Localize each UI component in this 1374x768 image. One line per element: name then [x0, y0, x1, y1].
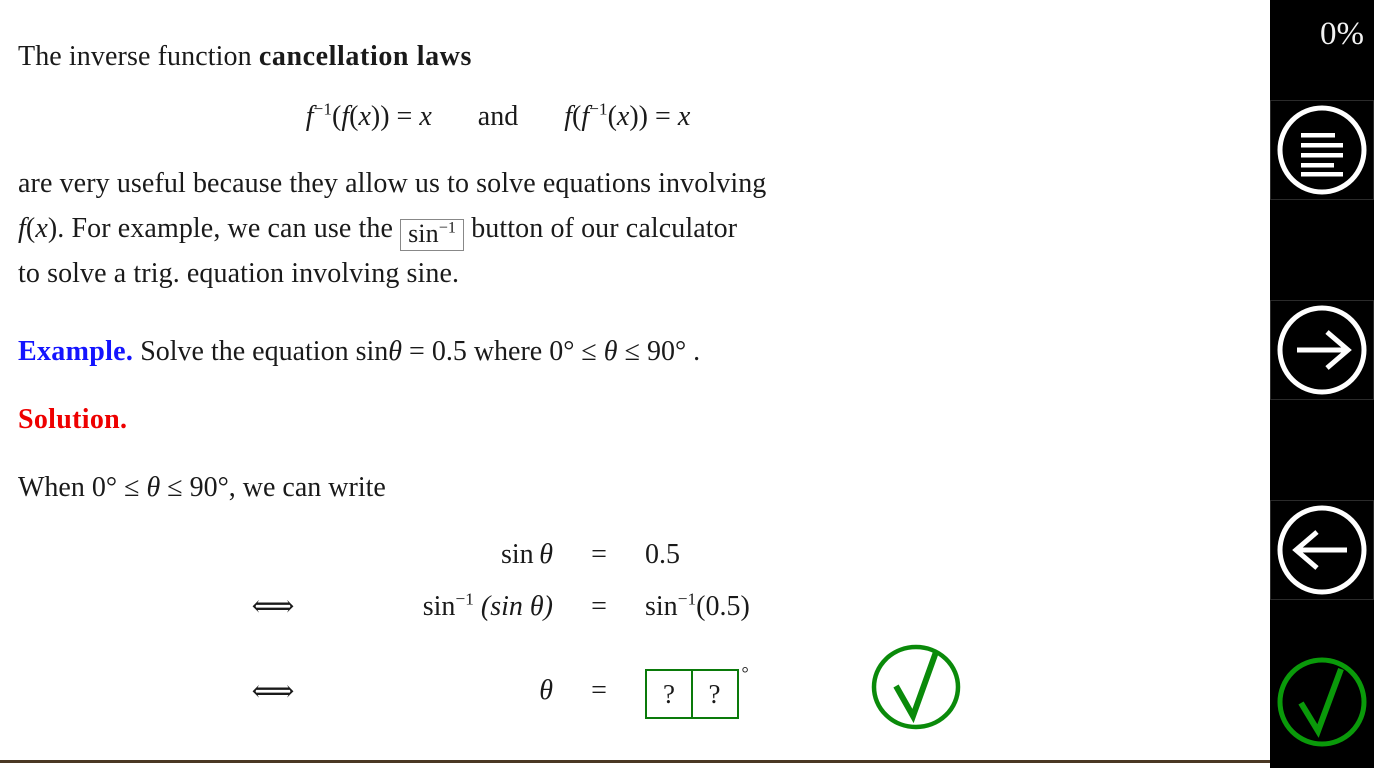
when-le-2: ≤	[167, 472, 183, 503]
derivation-rhs-3: ? ?°	[623, 633, 964, 749]
derivation-table: sin θ = 0.5 ⟺ sin−1 (sin θ) = sin−1(0.5)…	[208, 530, 964, 749]
check-circle-icon	[1277, 657, 1367, 747]
identity-second-exponent: −1	[589, 99, 608, 119]
identity-second: f(f−1(x)) = x	[564, 99, 691, 132]
solution-keyword: Solution.	[18, 404, 128, 435]
equals-1: =	[591, 539, 607, 570]
implies-symbol-1	[208, 530, 338, 580]
when-theta: θ	[146, 472, 161, 503]
when-le-1: ≤	[124, 472, 140, 503]
identity-conjunction: and	[477, 101, 519, 132]
implies-symbol-3: ⟺	[251, 674, 295, 708]
body-paragraph: are very useful because they allow us to…	[18, 161, 970, 296]
progress-percentage: 0%	[1320, 16, 1364, 52]
when-text-a: When 0°	[18, 472, 118, 503]
example-theta-2: θ	[603, 336, 618, 367]
intro-paragraph: The inverse function cancellation laws	[18, 34, 978, 79]
check-circle-icon	[871, 644, 960, 730]
derivation-row-2: ⟺ sin−1 (sin θ) = sin−1(0.5)	[208, 580, 964, 633]
when-condition-line: When 0° ≤ θ ≤ 90°, we can write	[18, 472, 1018, 504]
derivation-row-1: sin θ = 0.5	[208, 530, 964, 580]
derivation-lhs-1: sin θ	[500, 539, 553, 570]
example-keyword: Example.	[18, 336, 134, 367]
answer-input-group: ? ?°	[645, 663, 749, 720]
body-line-2: f(x). For example, we can use the sin−1 …	[18, 206, 970, 251]
body-line-1: are very useful because they allow us to…	[18, 168, 767, 199]
cancellation-laws-term: cancellation laws	[258, 41, 472, 72]
degree-symbol: °	[741, 662, 749, 683]
equals-2: =	[591, 590, 607, 622]
body-line-2-text-b: button of our calculator	[471, 213, 738, 244]
example-statement: Example. Solve the equation sinθ = 0.5 w…	[18, 336, 1018, 368]
slide-canvas: The inverse function cancellation laws f…	[0, 0, 1270, 768]
body-line-3: to solve a trig. equation involving sine…	[18, 258, 460, 289]
submit-check-button[interactable]	[868, 642, 964, 740]
identity-first: f−1(f(x)) = x	[305, 99, 432, 132]
arrow-left-icon	[1277, 505, 1367, 595]
arrow-right-icon	[1277, 305, 1367, 395]
body-line-2-text-a: . For example, we can use the	[57, 213, 393, 244]
intro-text: The inverse function	[18, 41, 259, 72]
lines-menu-icon	[1277, 105, 1367, 195]
example-text-c: 90° .	[646, 336, 701, 367]
previous-button[interactable]	[1270, 500, 1374, 600]
derivation-lhs-2: sin−1 (sin θ)	[422, 589, 553, 622]
example-text-b: = 0.5 where 0°	[409, 336, 575, 367]
f-of-x: f	[18, 213, 26, 244]
answer-digit-input-2[interactable]: ?	[690, 669, 739, 720]
example-text-a: Solve the equation sin	[140, 336, 389, 367]
example-le-1: ≤	[581, 336, 597, 367]
cancellation-identities: f−1(f(x)) = x and f(f−1(x)) = x	[18, 99, 978, 133]
equals-3: =	[591, 675, 607, 706]
next-button[interactable]	[1270, 300, 1374, 400]
derivation-rhs-1: 0.5	[645, 539, 680, 570]
derivation-lhs-3: θ	[539, 675, 553, 706]
navigation-sidebar: 0%	[1270, 0, 1374, 768]
derivation-rhs-2: sin−1(0.5)	[645, 589, 750, 622]
sin-inverse-button-illustration: sin−1	[400, 219, 465, 251]
menu-button[interactable]	[1270, 100, 1374, 200]
slide-content: The inverse function cancellation laws f…	[18, 34, 1018, 749]
bottom-progress-rule	[0, 760, 1270, 763]
identity-first-exponent: −1	[313, 99, 333, 119]
example-theta: θ	[388, 336, 403, 367]
answer-digit-input-1[interactable]: ?	[645, 669, 693, 720]
example-le-2: ≤	[624, 336, 640, 367]
implies-symbol-2: ⟺	[251, 590, 295, 623]
presentation-page: The inverse function cancellation laws f…	[0, 0, 1374, 768]
derivation-row-3: ⟺ θ = ? ?°	[208, 633, 964, 749]
when-text-b: 90°, we can write	[189, 472, 386, 503]
check-answer-button[interactable]	[1270, 653, 1374, 753]
